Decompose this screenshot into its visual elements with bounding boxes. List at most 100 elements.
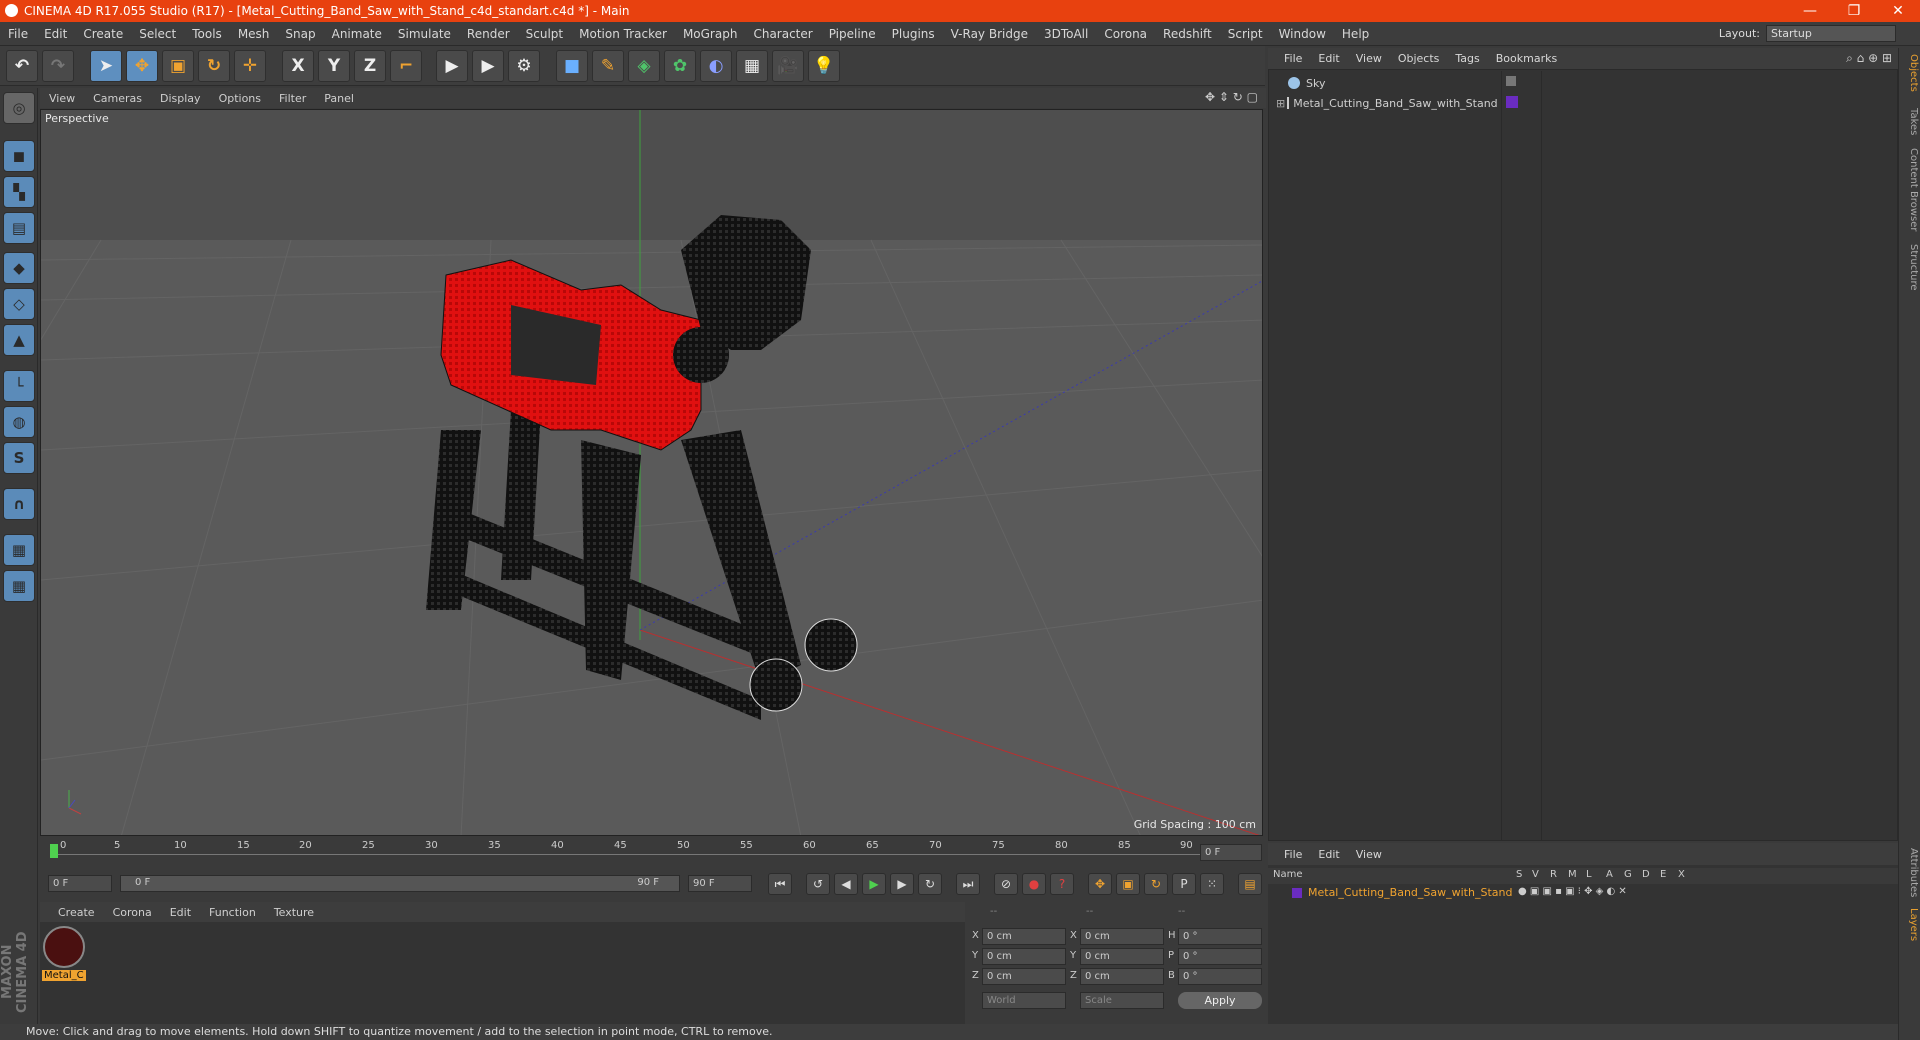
viewport-nav-icons[interactable]: ✥ ⇕ ↻ ▢: [1205, 90, 1258, 104]
close-button[interactable]: ✕: [1876, 0, 1920, 22]
menu-redshift[interactable]: Redshift: [1155, 27, 1220, 41]
live-selection-icon[interactable]: ✛: [234, 50, 266, 82]
material-menu-create[interactable]: Create: [40, 906, 104, 919]
snap-magnet-icon[interactable]: ∩: [3, 488, 35, 520]
key-rotation-icon[interactable]: ↻: [1144, 873, 1168, 895]
objects-menu-objects[interactable]: Objects: [1390, 52, 1448, 65]
tab-takes[interactable]: Takes: [1901, 108, 1919, 135]
objects-menu-file[interactable]: File: [1268, 52, 1310, 65]
menu-pipeline[interactable]: Pipeline: [821, 27, 884, 41]
key-points-icon[interactable]: ⁙: [1200, 873, 1224, 895]
material-thumbnail[interactable]: [43, 926, 85, 968]
subdivision-icon[interactable]: ◈: [628, 50, 660, 82]
start-frame-field[interactable]: 0 F: [48, 875, 112, 892]
play-icon[interactable]: ▶: [862, 873, 886, 895]
edges-mode-icon[interactable]: ◇: [3, 288, 35, 320]
polygons-mode-icon[interactable]: ▲: [3, 324, 35, 356]
menu-window[interactable]: Window: [1271, 27, 1334, 41]
viewport-menu-display[interactable]: Display: [151, 92, 210, 105]
render-view-icon[interactable]: ▶: [436, 50, 468, 82]
cloner-icon[interactable]: ✿: [664, 50, 696, 82]
grid-lock-icon[interactable]: ▦: [3, 534, 35, 566]
viewport-menu-filter[interactable]: Filter: [270, 92, 315, 105]
playhead[interactable]: [50, 844, 58, 858]
viewport-menu-cameras[interactable]: Cameras: [84, 92, 151, 105]
texture-mode-icon[interactable]: ▚: [3, 176, 35, 208]
current-frame-field[interactable]: 0 F: [1200, 844, 1262, 861]
material-menu-edit[interactable]: Edit: [161, 906, 200, 919]
apply-button[interactable]: Apply: [1178, 992, 1262, 1009]
layers-menu-edit[interactable]: Edit: [1310, 848, 1347, 861]
object-row-band-saw[interactable]: ⊞ Metal_Cutting_Band_Saw_with_Stand: [1270, 94, 1498, 112]
menu-help[interactable]: Help: [1334, 27, 1377, 41]
tab-attributes[interactable]: Attributes: [1901, 848, 1919, 897]
minimize-button[interactable]: —: [1788, 0, 1832, 22]
menu-plugins[interactable]: Plugins: [884, 27, 943, 41]
record-disabled-icon[interactable]: ⊘: [994, 873, 1018, 895]
viewport-perspective[interactable]: Perspective Grid Spacing : 100 cm: [40, 109, 1263, 836]
viewport-menu-view[interactable]: View: [40, 92, 84, 105]
record-icon[interactable]: ●: [1022, 873, 1046, 895]
layer-name[interactable]: Metal_Cutting_Band_Saw_with_Stand: [1308, 886, 1512, 899]
rot-h-field[interactable]: 0 °: [1178, 928, 1262, 945]
grid-snap-icon[interactable]: ▦: [3, 570, 35, 602]
material-menu-texture[interactable]: Texture: [265, 906, 323, 919]
cube-icon[interactable]: ■: [556, 50, 588, 82]
material-menu-function[interactable]: Function: [200, 906, 265, 919]
pos-x-field[interactable]: 0 cm: [982, 928, 1066, 945]
floor-icon[interactable]: ▦: [736, 50, 768, 82]
timeline-window-icon[interactable]: ▤: [1238, 873, 1262, 895]
deformer-icon[interactable]: ◐: [700, 50, 732, 82]
preview-range-slider[interactable]: 0 F 90 F: [120, 875, 680, 892]
render-picture-viewer-icon[interactable]: ▶: [472, 50, 504, 82]
layer-row[interactable]: Metal_Cutting_Band_Saw_with_Stand ● ▣ ▣ …: [1268, 885, 1898, 901]
menu-render[interactable]: Render: [459, 27, 518, 41]
select-icon[interactable]: ➤: [90, 50, 122, 82]
key-param-icon[interactable]: P: [1172, 873, 1196, 895]
layer-flag-icons[interactable]: ● ▣ ▣ ▪ ▣ ⁝ ✥ ◈ ◐ ✕: [1518, 886, 1627, 897]
object-row-sky[interactable]: Sky: [1270, 74, 1495, 92]
edit-render-settings-icon[interactable]: ⚙: [508, 50, 540, 82]
rot-p-field[interactable]: 0 °: [1178, 948, 1262, 965]
x-axis-icon[interactable]: X: [282, 50, 314, 82]
pos-z-field[interactable]: 0 cm: [982, 968, 1066, 985]
goto-start-icon[interactable]: ⏮: [768, 873, 792, 895]
objects-menu-tags[interactable]: Tags: [1447, 52, 1487, 65]
layers-menu-view[interactable]: View: [1348, 848, 1390, 861]
solo-icon[interactable]: S: [3, 442, 35, 474]
points-mode-icon[interactable]: ◆: [3, 252, 35, 284]
z-axis-icon[interactable]: Z: [354, 50, 386, 82]
viewport-menu-panel[interactable]: Panel: [315, 92, 363, 105]
camera-icon[interactable]: 🎥: [772, 50, 804, 82]
end-frame-field[interactable]: 90 F: [688, 875, 752, 892]
tab-objects[interactable]: Objects: [1901, 54, 1919, 92]
size-y-field[interactable]: 0 cm: [1080, 948, 1164, 965]
timeline-ruler[interactable]: 0 5 10 15 20 25 30 35 40 45 50 55 60 65 …: [40, 840, 1266, 864]
prev-key-icon[interactable]: ↺: [806, 873, 830, 895]
tab-layers[interactable]: Layers: [1901, 908, 1919, 941]
rotate-icon[interactable]: ↻: [198, 50, 230, 82]
pen-icon[interactable]: ✎: [592, 50, 624, 82]
objects-menu-bookmarks[interactable]: Bookmarks: [1488, 52, 1565, 65]
menu-tools[interactable]: Tools: [184, 27, 230, 41]
objects-search-icon[interactable]: ⌕ ⌂ ⊕ ⊞: [1846, 51, 1892, 66]
size-z-field[interactable]: 0 cm: [1080, 968, 1164, 985]
layer-color-swatch[interactable]: [1292, 888, 1302, 898]
menu-mesh[interactable]: Mesh: [230, 27, 278, 41]
material-menu-corona[interactable]: Corona: [104, 906, 161, 919]
menu-snap[interactable]: Snap: [277, 27, 323, 41]
menu-mograph[interactable]: MoGraph: [675, 27, 746, 41]
objects-menu-view[interactable]: View: [1348, 52, 1390, 65]
light-icon[interactable]: 💡: [808, 50, 840, 82]
size-x-field[interactable]: 0 cm: [1080, 928, 1164, 945]
layers-menu-file[interactable]: File: [1268, 848, 1310, 861]
goto-end-icon[interactable]: ⏭: [956, 873, 980, 895]
scale-icon[interactable]: ▣: [162, 50, 194, 82]
layout-select[interactable]: Startup: [1766, 25, 1896, 42]
undo-icon[interactable]: ↶: [6, 50, 38, 82]
expand-icon[interactable]: ⊞: [1276, 97, 1285, 110]
coord-scale-select[interactable]: Scale: [1080, 992, 1164, 1009]
menu-sculpt[interactable]: Sculpt: [518, 27, 571, 41]
next-frame-icon[interactable]: ▶: [890, 873, 914, 895]
pos-y-field[interactable]: 0 cm: [982, 948, 1066, 965]
